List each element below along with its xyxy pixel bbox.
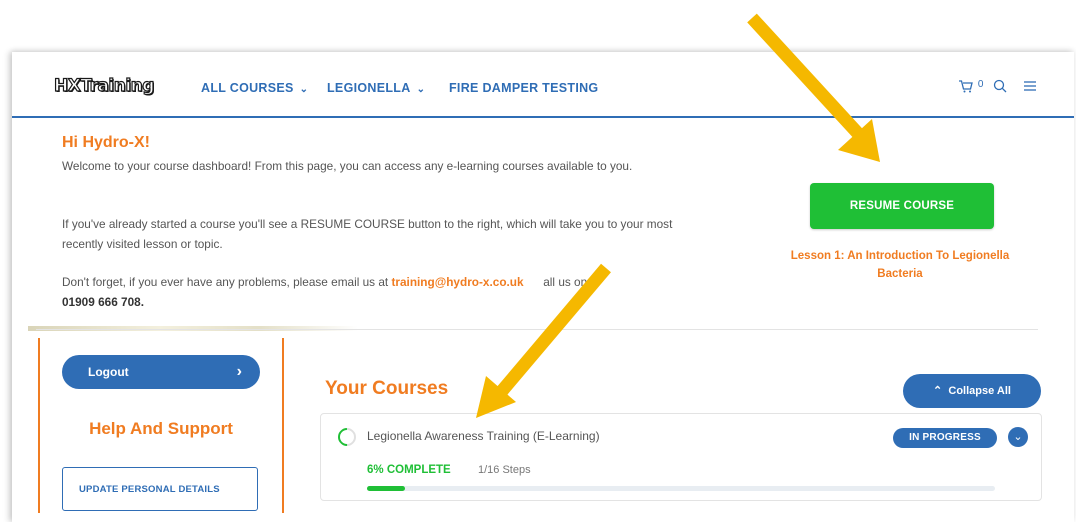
resume-info-paragraph: If you've already started a course you'l… (62, 217, 673, 251)
help-and-support-heading: Help And Support (89, 419, 233, 438)
steps-count: 1/16 Steps (478, 464, 531, 476)
nav-fire-damper-testing[interactable]: FIRE DAMPER TESTING (449, 81, 598, 95)
contact-paragraph: Don't forget, if you ever have any probl… (62, 272, 702, 312)
update-personal-details-button[interactable]: UPDATE PERSONAL DETAILS (62, 467, 258, 511)
course-title-link[interactable]: Legionella Awareness Training (E-Learnin… (367, 429, 600, 443)
greeting-heading: Hi Hydro-X! (62, 134, 150, 151)
collapse-all-button[interactable]: ⌃ Collapse All (903, 374, 1041, 408)
chevron-down-icon: ⌄ (416, 84, 426, 95)
resume-course-button[interactable]: RESUME COURSE (810, 183, 994, 229)
cart-icon (959, 80, 973, 93)
cart-button[interactable]: 0 (958, 79, 983, 96)
status-badge: IN PROGRESS (893, 428, 997, 448)
search-button[interactable] (993, 79, 1007, 96)
nav-label: ALL COURSES (201, 81, 294, 95)
nav-all-courses[interactable]: ALL COURSES ⌄ (201, 81, 308, 95)
progress-bar (367, 486, 995, 491)
logout-label: Logout (88, 365, 129, 379)
support-phone: 01909 666 708. (62, 295, 145, 309)
section-divider (36, 329, 1038, 330)
search-icon (993, 79, 1007, 93)
chevron-down-icon: ⌄ (299, 84, 309, 95)
support-email-link[interactable]: training@hydro-x.co.uk (391, 275, 523, 289)
cart-count: 0 (977, 79, 984, 90)
your-courses-heading: Your Courses (325, 378, 449, 399)
contact-text: Don't forget, if you ever have any probl… (62, 275, 392, 289)
contact-text-cont: all us on (523, 275, 588, 289)
chevron-down-icon: ⌄ (1013, 431, 1023, 443)
nav-label: FIRE DAMPER TESTING (449, 81, 599, 95)
site-logo[interactable]: HXTraining (53, 75, 155, 96)
welcome-paragraph: Welcome to your course dashboard! From t… (62, 159, 633, 173)
site-header: HXTraining ALL COURSES ⌄ LEGIONELLA ⌄ FIRE… (12, 52, 1074, 118)
chevron-right-icon: › (236, 363, 242, 380)
nav-label: LEGIONELLA (327, 81, 411, 95)
chevron-up-icon: ⌃ (933, 385, 943, 397)
nav-legionella[interactable]: LEGIONELLA ⌄ (327, 81, 425, 95)
expand-course-button[interactable]: ⌄ (1008, 427, 1028, 447)
resume-lesson-link[interactable]: Lesson 1: An Introduction To Legionella … (768, 247, 1032, 283)
collapse-all-label: Collapse All (948, 385, 1011, 397)
menu-icon (1024, 81, 1036, 91)
logout-button[interactable]: Logout › (62, 355, 260, 389)
percent-complete: 6% COMPLETE (367, 464, 451, 476)
menu-button[interactable] (1023, 79, 1037, 95)
progress-bar-fill (367, 486, 405, 491)
